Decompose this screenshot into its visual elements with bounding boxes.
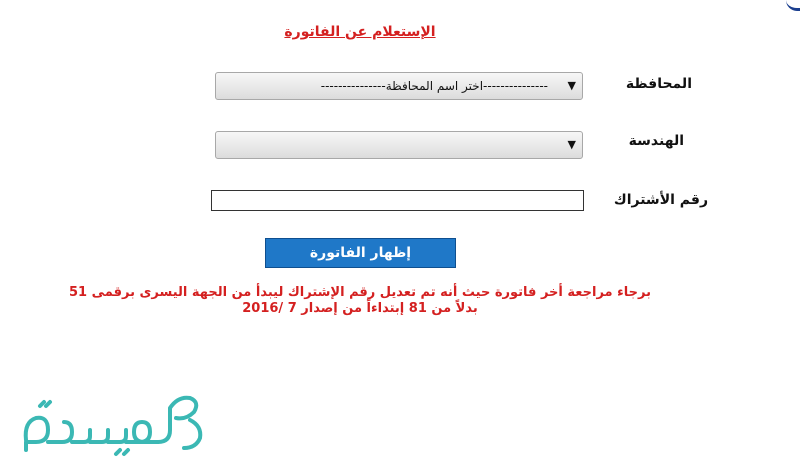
subscription-number-input[interactable] [211,190,584,211]
corner-decoration [786,0,800,11]
notice-line-2: بدلاً من 81 إبتداءاً من إصدار 7 /2016 [242,301,478,316]
page-title: الإستعلام عن الفاتورة [284,24,436,40]
governorate-selected-value: ---------------اختر اسم المحافظة--------… [320,79,548,93]
notice-message: برجاء مراجعة أخر فاتورة حيث أنه تم تعديل… [10,285,710,317]
notice-line-1: برجاء مراجعة أخر فاتورة حيث أنه تم تعديل… [69,285,651,300]
mawsoah-logo [18,378,208,464]
chevron-down-icon: ▼ [567,138,576,151]
engineering-select[interactable]: ▼ [215,131,583,159]
engineering-label: الهندسة [628,133,684,149]
chevron-down-icon: ▼ [567,79,576,92]
governorate-label: المحافظة [625,76,692,92]
show-invoice-button[interactable]: إظهار الفاتورة [265,238,456,268]
subscription-number-label: رقم الأشتراك [613,192,708,208]
governorate-select[interactable]: ---------------اختر اسم المحافظة--------… [215,72,583,100]
